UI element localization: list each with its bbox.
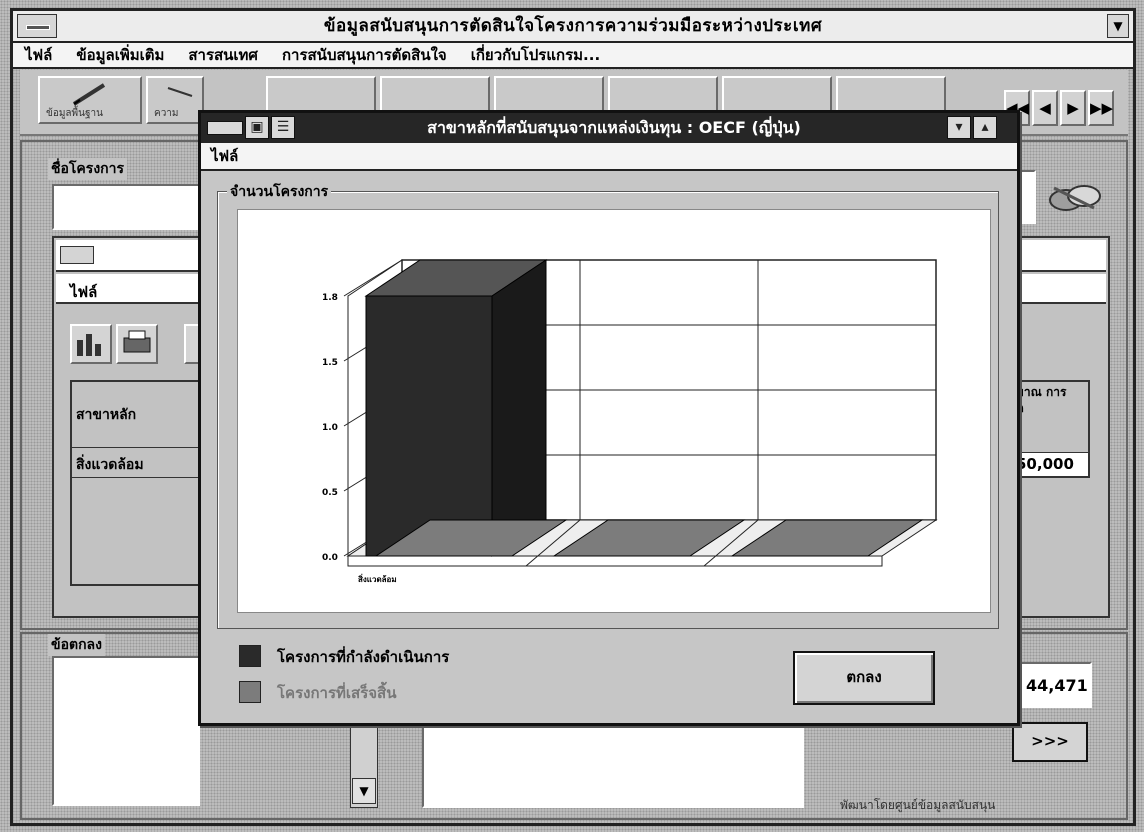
toolbar-label: ข้อมูลพื้นฐาน <box>46 108 103 119</box>
project-name-label: ชื่อโครงการ <box>48 158 128 180</box>
ok-button[interactable]: ตกลง <box>793 651 935 705</box>
dialog-list-icon[interactable]: ☰ <box>271 116 295 139</box>
chart-area: 0.0 0.5 1.0 1.5 1.8 สิ่งแวดล้อม <box>237 209 991 613</box>
nav-next-button[interactable]: ▶ <box>1060 90 1086 126</box>
dialog-restore-icon[interactable]: ▣ <box>245 116 269 139</box>
nav-prev-button[interactable]: ◀ <box>1032 90 1058 126</box>
menu-bar: ไฟล์ ข้อมูลเพิ่มเติม สารสนเทศ การสนับสนุ… <box>13 43 1133 69</box>
legend-label-active: โครงการที่กำลังดำเนินการ <box>277 648 450 666</box>
chart-group-label: จำนวนโครงการ <box>227 181 332 203</box>
y-tick-label: 0.0 <box>322 553 338 563</box>
menu-about[interactable]: เกี่ยวกับโปรแกรม... <box>459 43 612 67</box>
table-row: สิ่งแวดล้อม <box>72 450 198 478</box>
budget-value: 50,000 <box>1016 455 1074 473</box>
bar-side <box>491 259 547 557</box>
footer-text: พัฒนาโดยศูนย์ข้อมูลสนับสนุน <box>840 798 996 812</box>
table-cell: สิ่งแวดล้อม <box>76 457 144 473</box>
chart-dialog: ▣ ☰ สาขาหลักที่สนับสนุนจากแหล่งเงินทุน :… <box>198 110 1020 726</box>
y-tick-label: 1.8 <box>322 293 338 303</box>
notes-textarea[interactable] <box>422 724 804 808</box>
agreement-textarea[interactable] <box>52 656 200 806</box>
title-bar: ข้อมูลสนับสนุนการตัดสินใจโครงการความร่วม… <box>13 11 1133 43</box>
dialog-system-menu-icon[interactable] <box>207 121 243 135</box>
print-button[interactable] <box>116 324 158 364</box>
y-tick-label: 0.5 <box>322 488 338 498</box>
legend-label-finished: โครงการที่เสร็จสิ้น <box>277 684 397 702</box>
chart-floor-edge <box>347 555 883 567</box>
y-tick-label: 1.0 <box>322 423 338 433</box>
dialog-maximize-icon[interactable]: ▴ <box>973 116 997 139</box>
system-menu-icon[interactable] <box>17 14 57 38</box>
inner-menu-file[interactable]: ไฟล์ <box>70 280 97 304</box>
dialog-minimize-icon[interactable]: ▾ <box>947 116 971 139</box>
inner-system-menu-icon[interactable] <box>60 246 94 264</box>
project-name-field[interactable] <box>52 184 202 230</box>
nav-last-button[interactable]: ▶▶ <box>1088 90 1114 126</box>
project-name-field-end <box>1020 170 1036 224</box>
scroll-down-arrow-icon[interactable]: ▼ <box>352 778 376 804</box>
x-tick-label: สิ่งแวดล้อม <box>358 573 397 584</box>
dialog-title-bar: ▣ ☰ สาขาหลักที่สนับสนุนจากแหล่งเงินทุน :… <box>201 113 1017 143</box>
handshake-icon <box>1049 185 1101 211</box>
more-button[interactable]: >>> <box>1012 722 1088 762</box>
toolbar-button-2[interactable]: ความ <box>146 76 204 124</box>
printer-icon <box>123 330 151 353</box>
bar-chart: 0.0 0.5 1.0 1.5 1.8 สิ่งแวดล้อม <box>322 259 938 584</box>
chart-view-button[interactable] <box>70 324 112 364</box>
minimize-button[interactable]: ▼ <box>1107 14 1129 38</box>
menu-file[interactable]: ไฟล์ <box>13 43 64 67</box>
scissors-icon <box>167 87 193 97</box>
table-row: สาขาหลัก <box>72 382 198 448</box>
budget-cell: 50,000 <box>1012 452 1088 476</box>
menu-decision-support[interactable]: การสนับสนุนการตัดสินใจ <box>270 43 459 67</box>
bar-chart-icon <box>77 334 101 356</box>
total-value: 44,471 <box>1026 676 1088 695</box>
dialog-title: สาขาหลักที่สนับสนุนจากแหล่งเงินทุน : OEC… <box>427 118 801 137</box>
window-title: ข้อมูลสนับสนุนการตัดสินใจโครงการความร่วม… <box>323 16 823 36</box>
agreement-label: ข้อตกลง <box>48 634 105 656</box>
total-field: 44,471 <box>1020 662 1092 708</box>
pen-icon <box>72 83 106 106</box>
table-cell: สาขาหลัก <box>76 407 137 423</box>
y-tick-label: 1.5 <box>322 358 338 368</box>
legend-swatch-active <box>239 645 261 667</box>
dialog-menu-file[interactable]: ไฟล์ <box>201 143 1017 171</box>
budget-header: มาณ การ ด <box>1016 385 1067 415</box>
toolbar-label: ความ <box>154 108 179 119</box>
menu-more-info[interactable]: ข้อมูลเพิ่มเติม <box>64 43 176 67</box>
toolbar-button-basic-data[interactable]: ข้อมูลพื้นฐาน <box>38 76 142 124</box>
menu-information[interactable]: สารสนเทศ <box>176 43 270 67</box>
legend-swatch-finished <box>239 681 261 703</box>
bar <box>365 295 493 557</box>
